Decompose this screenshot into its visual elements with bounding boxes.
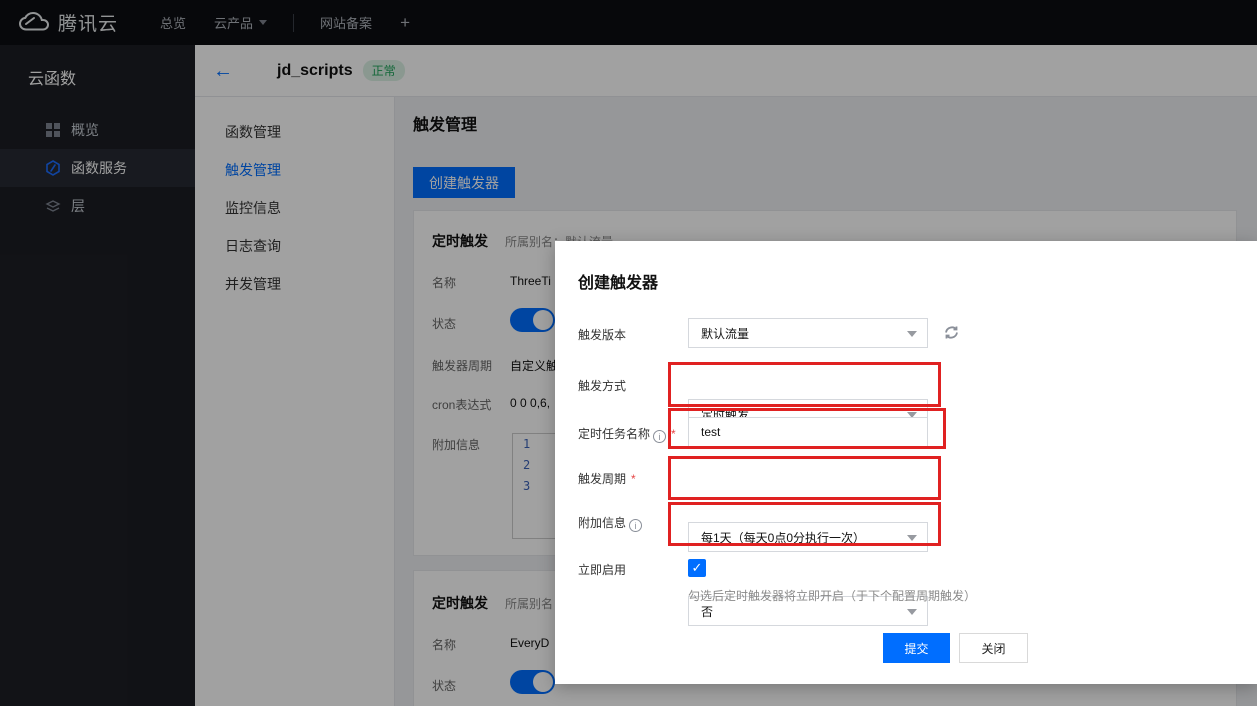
info-icon[interactable]: i <box>629 519 642 532</box>
trigger-version-select[interactable]: 默认流量 <box>688 318 928 348</box>
selected-value: 每1天（每天0点0分执行一次） <box>701 529 865 546</box>
refresh-icon[interactable] <box>943 324 960 341</box>
field-label-enable-now: 立即启用 <box>578 561 626 578</box>
field-label-trigger-version: 触发版本 <box>578 326 626 343</box>
chevron-down-icon <box>907 535 917 541</box>
field-label-extra-info: 附加信息i <box>578 514 642 532</box>
field-label-trigger-period: 触发周期* <box>578 470 636 487</box>
enable-now-note: 勾选后定时触发器将立即开启（于下个配置周期触发） <box>688 587 976 604</box>
create-trigger-dialog: 创建触发器 触发版本 默认流量 触发方式 定时触发 定时任务名称i* 触发周期*… <box>555 241 1257 684</box>
field-label-task-name: 定时任务名称i* <box>578 425 676 443</box>
required-asterisk: * <box>631 472 636 486</box>
submit-button[interactable]: 提交 <box>883 633 950 663</box>
task-name-input[interactable] <box>688 417 928 447</box>
field-label-trigger-mode: 触发方式 <box>578 377 626 394</box>
chevron-down-icon <box>907 331 917 337</box>
chevron-down-icon <box>907 609 917 615</box>
dialog-title: 创建触发器 <box>578 269 658 293</box>
enable-now-checkbox[interactable]: ✓ <box>688 559 706 577</box>
close-button[interactable]: 关闭 <box>959 633 1028 663</box>
trigger-period-select[interactable]: 每1天（每天0点0分执行一次） <box>688 522 928 552</box>
info-icon[interactable]: i <box>653 430 666 443</box>
selected-value: 否 <box>701 603 713 620</box>
required-asterisk: * <box>671 427 676 441</box>
highlight-box-trigger-period <box>668 456 941 500</box>
selected-value: 默认流量 <box>701 325 749 342</box>
